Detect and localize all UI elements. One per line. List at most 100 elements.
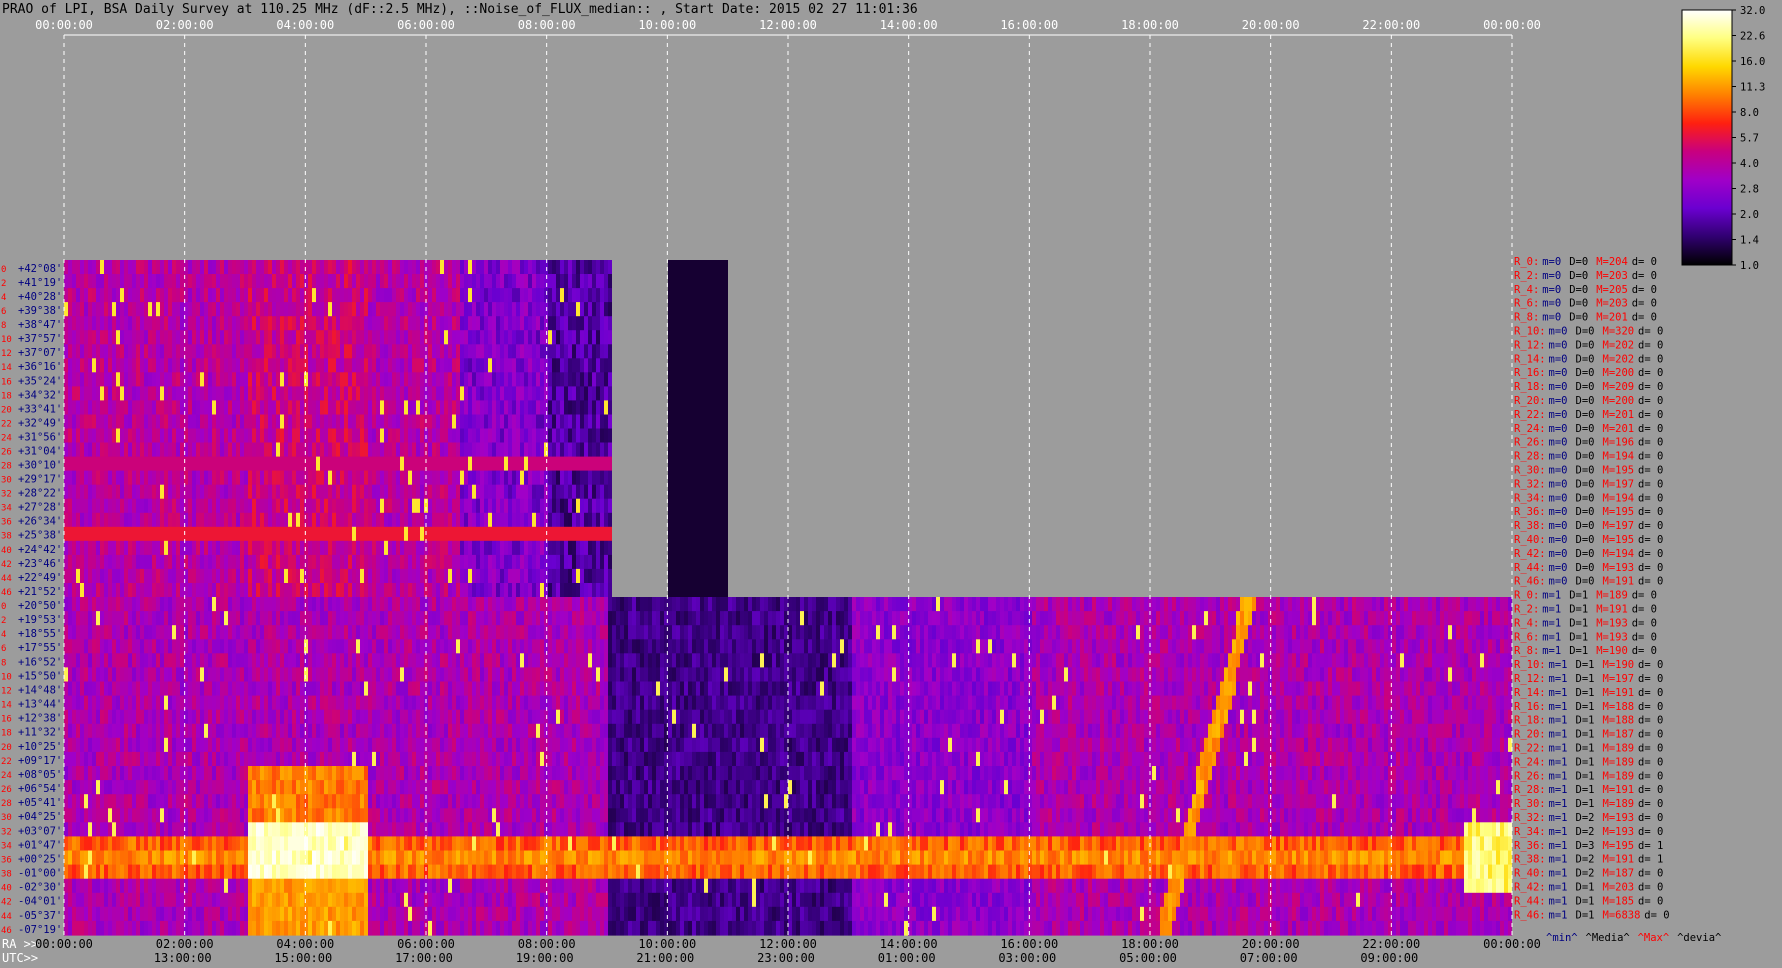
heatmap-cell — [188, 512, 192, 528]
heatmap-cell — [712, 316, 716, 331]
heatmap-cell — [92, 583, 96, 598]
heatmap-cell — [192, 554, 196, 570]
heatmap-cell — [512, 540, 516, 556]
heatmap-cell — [148, 864, 152, 880]
heatmap-cell — [188, 822, 192, 837]
heatmap-cell — [724, 512, 728, 528]
heatmap-cell — [364, 583, 368, 598]
heatmap-cell — [96, 540, 100, 556]
heatmap-cell — [376, 568, 380, 584]
heatmap-cell — [228, 484, 232, 500]
heatmap-cell — [292, 498, 296, 514]
heatmap-cell — [604, 288, 608, 303]
heatmap-cell — [80, 456, 84, 472]
heatmap-cell — [608, 456, 612, 472]
heatmap-cell — [416, 456, 420, 472]
heatmap-cell — [480, 330, 484, 345]
heatmap-cell — [532, 512, 536, 528]
heatmap-cell — [436, 540, 440, 556]
heatmap-cell — [124, 260, 128, 275]
heatmap-cell — [592, 470, 596, 486]
heatmap-cell — [476, 484, 480, 500]
heatmap-cell — [528, 274, 532, 289]
heatmap-cell — [400, 540, 404, 556]
heatmap-cell — [252, 780, 256, 795]
heatmap-cell — [724, 428, 728, 444]
heatmap-cell — [152, 766, 156, 781]
heatmap-cell — [288, 470, 292, 486]
heatmap-cell — [88, 780, 92, 795]
heatmap-cell — [92, 892, 96, 908]
heatmap-cell — [468, 330, 472, 345]
heatmap-cell — [704, 470, 708, 486]
heatmap-cell — [520, 358, 524, 373]
heatmap-cell — [232, 330, 236, 345]
heatmap-cell — [280, 737, 284, 753]
heatmap-cell — [132, 330, 136, 345]
heatmap-cell — [564, 358, 568, 373]
heatmap-cell — [188, 794, 192, 809]
heatmap-cell — [180, 822, 184, 837]
heatmap-cell — [136, 611, 140, 626]
heatmap-cell — [116, 639, 120, 654]
heatmap-cell — [692, 554, 696, 570]
heatmap-cell — [512, 316, 516, 331]
heatmap-cell — [536, 540, 540, 556]
heatmap-cell — [440, 428, 444, 444]
heatmap-cell — [304, 568, 308, 584]
heatmap-cell — [332, 344, 336, 359]
heatmap-cell — [480, 288, 484, 303]
heatmap-cell — [392, 330, 396, 345]
heatmap-cell — [64, 920, 68, 936]
heatmap-cell — [220, 414, 224, 430]
heatmap-cell — [376, 400, 380, 415]
heatmap-cell — [392, 344, 396, 359]
heatmap-cell — [428, 260, 432, 275]
heatmap-cell — [168, 358, 172, 373]
heatmap-cell — [208, 316, 212, 331]
heatmap-cell — [136, 540, 140, 556]
heatmap-cell — [212, 400, 216, 415]
heatmap-cell — [292, 344, 296, 359]
heatmap-cell — [384, 400, 388, 415]
heatmap-cell — [364, 442, 368, 458]
heatmap-cell — [232, 878, 236, 894]
heatmap-cell — [536, 568, 540, 584]
heatmap-cell — [392, 456, 396, 472]
heatmap-cell — [104, 400, 108, 415]
heatmap-cell — [120, 794, 124, 809]
heatmap-cell — [196, 751, 200, 767]
heatmap-cell — [500, 512, 504, 528]
heatmap-cell — [104, 780, 108, 795]
heatmap-cell — [100, 780, 104, 795]
heatmap-cell — [348, 512, 352, 528]
heatmap-cell — [300, 484, 304, 500]
heatmap-cell — [668, 302, 672, 317]
heatmap-cell — [108, 681, 112, 697]
heatmap-cell — [92, 484, 96, 500]
heatmap-cell — [684, 428, 688, 444]
heatmap-cell — [716, 400, 720, 415]
heatmap-cell — [116, 512, 120, 528]
heatmap-cell — [412, 583, 416, 598]
heatmap-cell — [172, 554, 176, 570]
heatmap-cell — [236, 780, 240, 795]
heatmap-cell — [320, 583, 324, 598]
heatmap-cell — [464, 274, 468, 289]
heatmap-cell — [688, 498, 692, 514]
heatmap-cell — [112, 653, 116, 668]
heatmap-cell — [564, 274, 568, 289]
heatmap-cell — [552, 358, 556, 373]
heatmap-cell — [200, 808, 204, 823]
heatmap-cell — [584, 554, 588, 570]
heatmap-cell — [232, 808, 236, 823]
heatmap-cell — [264, 358, 268, 373]
heatmap-cell — [696, 358, 700, 373]
heatmap-cell — [76, 456, 80, 472]
heatmap-cell — [332, 372, 336, 387]
heatmap-cell — [72, 260, 76, 275]
heatmap-cell — [532, 428, 536, 444]
heatmap-cell — [264, 526, 268, 542]
heatmap-cell — [120, 878, 124, 894]
heatmap-cell — [496, 568, 500, 584]
